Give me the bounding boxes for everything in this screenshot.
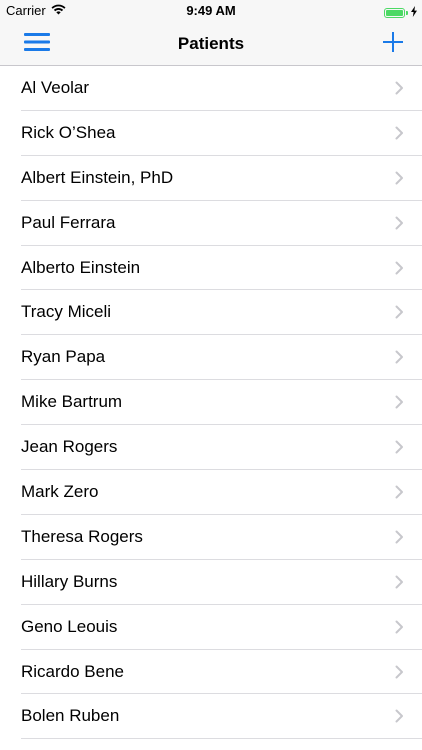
patient-row[interactable]: Geno Leouis (0, 605, 422, 650)
patient-name: Ricardo Bene (21, 661, 125, 681)
patient-row[interactable]: Paul Ferrara (0, 201, 422, 246)
chevron-right-icon (395, 305, 403, 319)
patient-name: Paul Ferrara (21, 212, 116, 232)
chevron-right-icon (395, 665, 403, 679)
patient-row[interactable]: Bolen Ruben (0, 694, 422, 740)
page-title: Patients (177, 34, 245, 53)
patient-name: Rick O’Shea (21, 122, 116, 142)
chevron-right-icon (395, 126, 403, 140)
add-patient-button[interactable] (378, 29, 408, 59)
battery-level (386, 10, 403, 16)
chevron-right-icon (395, 171, 403, 185)
patient-row[interactable]: Al Veolar (0, 66, 422, 111)
patient-name: Albert Einstein, PhD (21, 167, 174, 187)
patient-name: Hillary Burns (21, 571, 118, 591)
patient-name: Bolen Ruben (21, 706, 120, 726)
patient-name: Mike Bartrum (21, 392, 123, 412)
chevron-right-icon (395, 485, 403, 499)
chevron-right-icon (395, 81, 403, 95)
patient-row[interactable]: Ryan Papa (0, 335, 422, 381)
patient-row[interactable]: Hillary Burns (0, 560, 422, 605)
patient-row[interactable]: Ricardo Bene (0, 650, 422, 695)
patient-name: Alberto Einstein (21, 257, 141, 277)
patient-name: Ryan Papa (21, 347, 106, 367)
patient-row[interactable]: Rick O’Shea (0, 111, 422, 156)
battery-icon (384, 8, 405, 18)
chevron-right-icon (395, 350, 403, 364)
patient-row[interactable]: Mike Bartrum (0, 380, 422, 426)
chevron-right-icon (395, 530, 403, 544)
patient-row[interactable]: Mark Zero (0, 470, 422, 515)
patient-name: Geno Leouis (21, 616, 118, 636)
patient-name: Tracy Miceli (21, 302, 112, 322)
chevron-right-icon (395, 395, 403, 409)
charging-bolt-icon (411, 4, 417, 22)
chevron-right-icon (395, 261, 403, 275)
patient-row[interactable]: Albert Einstein, PhD (0, 156, 422, 201)
chevron-right-icon (395, 620, 403, 634)
patient-name: Mark Zero (21, 482, 99, 502)
patient-name: Al Veolar (21, 78, 90, 97)
patient-row[interactable]: Theresa Rogers (0, 515, 422, 560)
status-time: 9:49 AM (186, 3, 236, 18)
navigation-bar: Patients (0, 22, 422, 66)
patient-row[interactable]: Jean Rogers (0, 425, 422, 470)
chevron-right-icon (395, 216, 403, 230)
chevron-right-icon (395, 575, 403, 589)
patient-list: Al Veolar Rick O’Shea Albert Einstein, PhD… (0, 66, 422, 740)
patient-row[interactable]: Alberto Einstein (0, 246, 422, 291)
chevron-right-icon (395, 440, 403, 454)
patient-row[interactable]: Tracy Miceli (0, 290, 422, 336)
status-bar: Carrier 9:49 AM (0, 0, 422, 22)
battery-tip (406, 11, 408, 15)
battery-indicator (384, 4, 417, 22)
patient-name: Theresa Rogers (21, 526, 143, 546)
patient-name: Jean Rogers (21, 437, 118, 457)
chevron-right-icon (395, 709, 403, 723)
plus-icon (382, 31, 404, 58)
